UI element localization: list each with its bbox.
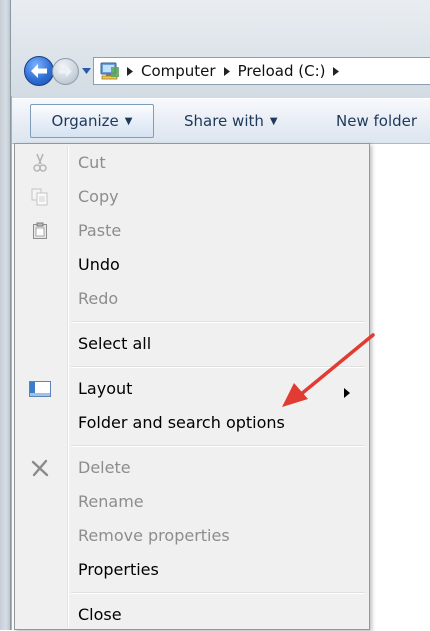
window-left-border (0, 0, 11, 630)
menu-item-label: Select all (78, 334, 152, 353)
menu-item-rename[interactable]: Rename (17, 486, 367, 518)
menu-item-remove-properties[interactable]: Remove properties (17, 520, 367, 552)
breadcrumb-arrow-icon[interactable] (220, 66, 234, 76)
organize-label: Organize (51, 112, 119, 130)
menu-separator (71, 445, 365, 447)
menu-item-label: Layout (78, 379, 133, 398)
share-with-button[interactable]: Share with ▼ (184, 104, 278, 138)
clipboard-icon (29, 220, 51, 242)
back-button[interactable] (24, 56, 54, 86)
breadcrumb-drive[interactable]: Preload (C:) (234, 62, 330, 80)
new-folder-label: New folder (336, 112, 418, 130)
copy-icon (29, 186, 51, 208)
breadcrumb-arrow-icon[interactable] (123, 66, 137, 76)
command-bar: Organize ▼ Share with ▼ New folder (12, 98, 430, 144)
menu-item-redo[interactable]: Redo (17, 283, 367, 315)
menu-item-label: Redo (78, 289, 119, 308)
menu-item-label: Cut (78, 153, 106, 172)
menu-item-delete[interactable]: Delete (17, 452, 367, 484)
menu-item-properties[interactable]: Properties (17, 554, 367, 586)
forward-arrow-icon (59, 66, 72, 77)
menu-separator (71, 321, 365, 323)
chevron-down-icon (81, 68, 91, 74)
menu-item-copy[interactable]: Copy (17, 181, 367, 213)
layout-icon (29, 378, 51, 400)
scissors-icon (29, 152, 51, 174)
menu-item-label: Copy (78, 187, 119, 206)
menu-item-close[interactable]: Close (17, 599, 367, 631)
menu-item-paste[interactable]: Paste (17, 215, 367, 247)
menu-item-label: Close (78, 605, 122, 624)
menu-item-label: Properties (78, 560, 159, 579)
menu-item-undo[interactable]: Undo (17, 249, 367, 281)
annotation-arrow-icon (282, 333, 375, 407)
new-folder-button[interactable]: New folder (336, 104, 417, 138)
recent-pages-dropdown[interactable] (81, 66, 91, 76)
forward-button[interactable] (52, 58, 79, 85)
breadcrumb-arrow-icon[interactable] (329, 66, 343, 76)
back-arrow-icon (31, 64, 47, 78)
delete-x-icon (29, 457, 51, 479)
menu-item-label: Paste (78, 221, 122, 240)
menu-separator (71, 592, 365, 594)
chevron-down-icon: ▼ (124, 115, 133, 127)
share-with-label: Share with (184, 112, 264, 130)
address-bar[interactable]: Computer Preload (C:) (93, 57, 430, 85)
menu-item-label: Remove properties (78, 526, 230, 545)
menu-item-label: Rename (78, 492, 144, 511)
breadcrumb-computer[interactable]: Computer (137, 62, 220, 80)
organize-button[interactable]: Organize ▼ (30, 104, 154, 138)
menu-item-label: Undo (78, 255, 120, 274)
chevron-down-icon: ▼ (269, 115, 278, 127)
menu-item-label: Folder and search options (78, 413, 285, 432)
menu-item-cut[interactable]: Cut (17, 147, 367, 179)
computer-icon (97, 60, 123, 82)
menu-item-label: Delete (78, 458, 131, 477)
